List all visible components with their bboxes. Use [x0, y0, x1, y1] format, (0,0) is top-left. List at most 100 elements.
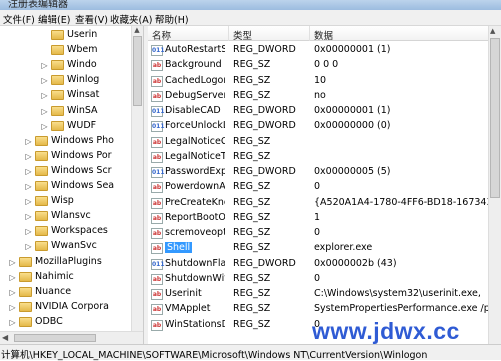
value-row[interactable]: 011ShutdownFlags REG_DWORD 0x0000002b (43) — [148, 257, 501, 272]
column-divider[interactable] — [228, 26, 229, 41]
value-row[interactable]: ab Userinit REG_SZ C:\Windows\system32\user… — [148, 287, 501, 302]
value-name: PasswordExpir... — [165, 166, 225, 177]
column-header-type[interactable]: 类型 — [233, 28, 252, 42]
value-row[interactable]: abLegalNoticeCa... REG_SZ — [148, 135, 501, 150]
string-value-icon: ab — [151, 136, 163, 148]
expand-arrow-icon[interactable]: ▷ — [8, 273, 17, 282]
expand-arrow-icon[interactable]: ▷ — [40, 122, 49, 131]
expand-arrow-icon[interactable]: ▷ — [8, 288, 17, 297]
expand-arrow-icon[interactable]: ▷ — [8, 318, 17, 327]
value-data: 1 — [314, 211, 321, 223]
expand-arrow-icon[interactable] — [40, 31, 49, 40]
value-name: DebugServerC... — [165, 89, 225, 101]
tree-item-label: WwanSvc — [51, 240, 97, 252]
window-title: 注册表编辑器 — [8, 0, 68, 10]
expand-arrow-icon[interactable]: ▷ — [24, 167, 33, 176]
folder-icon — [51, 60, 64, 71]
expand-arrow-icon[interactable]: ▷ — [8, 258, 17, 267]
expand-arrow-icon[interactable]: ▷ — [24, 197, 33, 206]
value-data: 0x00000000 (0) — [314, 120, 391, 132]
column-divider[interactable] — [309, 26, 310, 41]
value-data: 0x00000001 (1) — [314, 44, 391, 55]
expand-arrow-icon[interactable]: ▷ — [40, 76, 49, 85]
value-name-cell: scremoveoption — [165, 227, 225, 238]
value-type: REG_SZ — [233, 211, 271, 223]
tree-item-label: Wisp — [51, 195, 74, 207]
string-value-icon: ab — [151, 319, 163, 331]
expand-arrow-icon[interactable]: ▷ — [40, 61, 49, 70]
value-name: LegalNoticeText — [165, 150, 225, 162]
menu-view[interactable]: 查看(V) — [75, 12, 108, 26]
value-row[interactable]: 011PasswordExpir... REG_DWORD 0x00000005 (… — [148, 165, 501, 180]
value-row[interactable]: abDebugServerC... REG_SZ no — [148, 89, 501, 104]
string-value-icon: ab — [151, 75, 163, 87]
menu-edit[interactable]: 编辑(E) — [38, 12, 70, 26]
value-row[interactable]: 011AutoRestartShell REG_DWORD 0x00000001 (… — [148, 43, 501, 58]
menu-favorites[interactable]: 收藏夹(A) — [110, 12, 152, 26]
expand-arrow-icon[interactable]: ▷ — [24, 137, 33, 146]
expand-arrow-icon[interactable]: ▷ — [24, 242, 33, 251]
value-row[interactable]: ab Background REG_SZ 0 0 0 — [148, 58, 501, 73]
value-row[interactable]: abPowerdownAft... REG_SZ 0 — [148, 180, 501, 195]
value-name: VMApplet — [165, 303, 211, 315]
expand-arrow-icon[interactable]: ▷ — [24, 212, 33, 221]
value-row[interactable]: ab ReportBootOk REG_SZ 1 — [148, 211, 501, 226]
value-row[interactable]: ab VMApplet REG_SZ SystemPropertiesPerforma… — [148, 302, 501, 317]
watermark-text: www.jdwx.cc — [312, 318, 460, 344]
folder-icon — [19, 286, 32, 297]
expand-arrow-icon[interactable]: ▷ — [40, 107, 49, 116]
value-row[interactable]: abCachedLogons... REG_SZ 10 — [148, 74, 501, 89]
tree-item-label: NVIDIA Corpora — [35, 300, 109, 312]
tree-item-label: WinSA — [67, 104, 98, 116]
folder-icon — [51, 105, 64, 116]
value-name: ShutdownFlags — [165, 257, 225, 269]
string-value-icon: ab — [151, 289, 163, 300]
folder-icon — [51, 75, 64, 86]
expand-arrow-icon[interactable]: ▷ — [24, 227, 33, 236]
values-list[interactable]: 名称 类型 数据 011AutoRestartShellREG_DWORD0x0… — [148, 26, 501, 344]
scroll-thumb[interactable] — [14, 334, 96, 342]
tree-horizontal-scrollbar[interactable]: ◀ — [0, 331, 143, 344]
value-row[interactable]: abPreCreateKno... REG_SZ {A520A1A4-1780-4F… — [148, 196, 501, 211]
scroll-up-arrow-icon[interactable]: ▲ — [132, 26, 142, 36]
folder-icon — [35, 150, 48, 161]
column-header-data[interactable]: 数据 — [314, 28, 333, 42]
value-data: 0 — [314, 181, 321, 193]
value-name: ShutdownWith... — [165, 272, 225, 284]
expand-arrow-icon[interactable] — [40, 46, 49, 55]
folder-icon — [19, 271, 32, 282]
scroll-left-arrow-icon[interactable]: ◀ — [2, 333, 8, 342]
column-header-name[interactable]: 名称 — [152, 28, 171, 42]
expand-arrow-icon[interactable]: ▷ — [24, 182, 33, 191]
list-vertical-scrollbar[interactable]: ▲ — [488, 26, 501, 344]
expand-arrow-icon[interactable]: ▷ — [40, 91, 49, 100]
string-value-icon: ab — [151, 304, 163, 316]
value-row[interactable]: abscremoveoption REG_SZ 0 — [148, 226, 501, 241]
string-value-icon: ab — [151, 60, 163, 72]
menu-file[interactable]: 文件(F) — [3, 12, 35, 26]
folder-icon — [51, 45, 64, 56]
scroll-thumb[interactable] — [133, 36, 142, 106]
value-name-cell: LegalNoticeCa... — [165, 136, 225, 147]
tree-vertical-scrollbar[interactable]: ▲ — [131, 26, 143, 331]
list-header: 名称 类型 数据 — [148, 26, 501, 42]
expand-arrow-icon[interactable]: ▷ — [8, 303, 17, 312]
folder-icon — [35, 181, 48, 191]
value-row[interactable]: 011 DisableCAD REG_DWORD 0x00000001 (1) — [148, 104, 501, 119]
value-name-cell: PowerdownAft... — [165, 181, 225, 192]
menu-help[interactable]: 帮助(H) — [155, 12, 189, 26]
scroll-up-arrow-icon[interactable]: ▲ — [490, 27, 495, 35]
value-row[interactable]: 011ForceUnlockLo... REG_DWORD 0x00000000 (… — [148, 119, 501, 134]
value-row[interactable]: abLegalNoticeText REG_SZ — [148, 150, 501, 165]
value-name: Userinit — [165, 288, 202, 299]
string-value-icon: ab — [151, 197, 163, 209]
value-row[interactable]: ab Shell REG_SZ explorer.exe — [148, 241, 501, 256]
value-type: REG_DWORD — [233, 120, 296, 132]
value-type: REG_SZ — [233, 303, 271, 315]
scroll-thumb[interactable] — [490, 38, 500, 198]
value-data: {A520A1A4-1780-4FF6-BD18-167343C5AF16} — [314, 196, 501, 208]
registry-tree[interactable]: Userin Wbem ▷ Windo ▷ Winlog ▷ Winsat ▷ WinSA ▷ WUD… — [0, 26, 143, 344]
value-row[interactable]: abShutdownWith... REG_SZ 0 — [148, 272, 501, 287]
tree-item-label: WUDF — [67, 119, 97, 131]
expand-arrow-icon[interactable]: ▷ — [24, 152, 33, 161]
